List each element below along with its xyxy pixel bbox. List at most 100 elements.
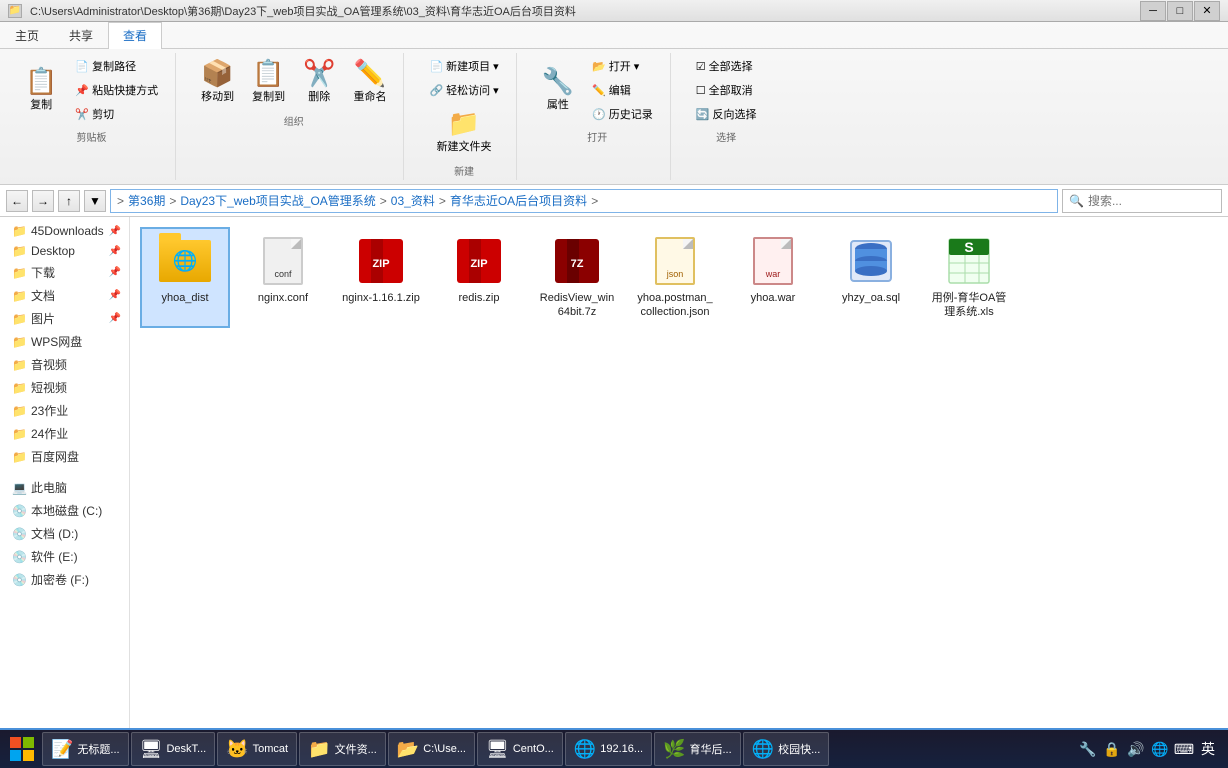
taskbar-btn-school[interactable]: 🌐 校园快... — [743, 732, 830, 766]
path-seg-1[interactable]: 第36期 — [128, 192, 165, 209]
taskbar-btn-notitle[interactable]: 📝 无标题... — [42, 732, 129, 766]
easy-access-button[interactable]: 🔗 轻松访问▾ — [422, 79, 505, 101]
file-item-sql[interactable]: yhzy_oa.sql — [826, 227, 916, 328]
select-none-button[interactable]: ☐ 全部取消 — [689, 79, 764, 101]
properties-label: 属性 — [547, 96, 569, 112]
path-seg-3[interactable]: 03_资料 — [391, 192, 435, 209]
title-bar-path: C:\Users\Administrator\Desktop\第36期\Day2… — [30, 3, 1140, 19]
path-seg-2[interactable]: Day23下_web项目实战_OA管理系统 — [180, 192, 375, 209]
address-path[interactable]: > 第36期 > Day23下_web项目实战_OA管理系统 > 03_资料 >… — [110, 189, 1058, 213]
recent-button[interactable]: ▼ — [84, 190, 106, 212]
tray-icon-0[interactable]: 🔧 — [1078, 739, 1098, 759]
taskbar-btn-cpath[interactable]: 📂 C:\Use... — [388, 732, 475, 766]
search-input[interactable] — [1088, 194, 1228, 208]
sidebar-item-docs[interactable]: 📁 文档 📌 — [0, 284, 129, 307]
sidebar-item-desktop[interactable]: 📁 Desktop 📌 — [0, 241, 129, 261]
folder-icon: 📁 — [12, 224, 27, 238]
search-box[interactable]: 🔍 — [1062, 189, 1222, 213]
tray-icon-2[interactable]: 🔊 — [1126, 739, 1146, 759]
app-icon: 📁 — [8, 4, 22, 18]
tray-icon-1[interactable]: 🔒 — [1102, 739, 1122, 759]
file-item-redisview[interactable]: 7Z RedisView_win64bit.7z — [532, 227, 622, 328]
properties-icon: 🔧 — [542, 68, 574, 94]
rename-button[interactable]: ✏️ 重命名 — [346, 55, 393, 109]
start-button[interactable] — [4, 731, 40, 767]
sidebar-item-fdrive[interactable]: 💿 加密卷 (F:) — [0, 568, 129, 591]
sidebar-item-baidupan[interactable]: 📁 百度网盘 — [0, 445, 129, 468]
invert-label: 反向选择 — [712, 106, 756, 122]
select-all-button[interactable]: ☑ 全部选择 — [689, 55, 764, 77]
tab-home[interactable]: 主页 — [0, 22, 54, 48]
paste-shortcut-button[interactable]: 📌 粘贴快捷方式 — [68, 79, 165, 101]
new-folder-button[interactable]: 📁 新建文件夹 — [430, 105, 499, 159]
taskbar-btn-fileexplorer[interactable]: 📁 文件资... — [299, 732, 386, 766]
sidebar-item-45downloads[interactable]: 📁 45Downloads 📌 — [0, 221, 129, 241]
sidebar-item-video[interactable]: 📁 短视频 — [0, 376, 129, 399]
tray-icon-3[interactable]: 🌐 — [1150, 739, 1170, 759]
history-icon: 🕐 — [592, 108, 606, 121]
taskbar-btn-deskt[interactable]: 🖥 DeskT... — [131, 732, 216, 766]
file-item-redis-zip[interactable]: ZIP redis.zip — [434, 227, 524, 328]
close-button[interactable]: ✕ — [1194, 1, 1220, 21]
tray-lang[interactable]: 英 — [1198, 739, 1218, 759]
copy-path-button[interactable]: 📄 复制路径 — [68, 55, 165, 77]
file-item-postman[interactable]: json yhoa.postman_collection.json — [630, 227, 720, 328]
file-label-4: RedisView_win64bit.7z — [538, 291, 616, 320]
taskbar-tray: 🔧 🔒 🔊 🌐 ⌨ 英 — [1072, 739, 1224, 759]
move-label: 移动到 — [201, 88, 234, 104]
delete-button[interactable]: ✂️ 删除 — [296, 55, 342, 109]
sidebar-item-cdrive[interactable]: 💿 本地磁盘 (C:) — [0, 499, 129, 522]
invert-select-button[interactable]: 🔄 反向选择 — [689, 103, 764, 125]
sidebar-item-pictures[interactable]: 📁 图片 📌 — [0, 307, 129, 330]
ribbon-group-open: 🔧 属性 📂 打开▾ ✏️ 编辑 🕐 历史记录 — [525, 53, 671, 180]
up-button[interactable]: ↑ — [58, 190, 80, 212]
maximize-button[interactable]: □ — [1167, 1, 1193, 21]
minimize-button[interactable]: ─ — [1140, 1, 1166, 21]
sidebar-item-hw24[interactable]: 📁 24作业 — [0, 422, 129, 445]
edit-button[interactable]: ✏️ 编辑 — [585, 79, 660, 101]
file-item-nginx-conf[interactable]: conf nginx.conf — [238, 227, 328, 328]
new-item-icon: 📄 — [429, 60, 443, 73]
cut-button[interactable]: ✂️ 剪切 — [68, 103, 165, 125]
new-item-button[interactable]: 📄 新建项目▾ — [422, 55, 505, 77]
taskbar-btn-centos[interactable]: 🖥 CentO... — [477, 732, 563, 766]
taskbar-btn-label-7: 育华后... — [690, 741, 732, 757]
copy-to-button[interactable]: 📋 复制到 — [245, 55, 292, 109]
back-button[interactable]: ← — [6, 190, 28, 212]
file-item-xls[interactable]: S 用例-育华OA管理系统.xls — [924, 227, 1014, 328]
organize-section: 📦 移动到 📋 复制到 ✂️ 删除 ✏️ 重命名 — [194, 55, 393, 109]
tray-icon-keyboard[interactable]: ⌨ — [1174, 739, 1194, 759]
open-button[interactable]: 📂 打开▾ — [585, 55, 660, 77]
select-label: 选择 — [716, 129, 736, 144]
forward-button[interactable]: → — [32, 190, 54, 212]
sidebar-item-wps[interactable]: 📁 WPS网盘 — [0, 330, 129, 353]
history-button[interactable]: 🕐 历史记录 — [585, 103, 660, 125]
path-sep-2: > — [380, 194, 387, 208]
sidebar-item-audio[interactable]: 📁 音视频 — [0, 353, 129, 376]
file-item-nginx-zip[interactable]: ZIP nginx-1.16.1.zip — [336, 227, 426, 328]
sidebar-item-thispc[interactable]: 💻 此电脑 — [0, 476, 129, 499]
sidebar-item-downloads[interactable]: 📁 下载 📌 — [0, 261, 129, 284]
sidebar-item-ddrive[interactable]: 💿 文档 (D:) — [0, 522, 129, 545]
sidebar-item-hw23[interactable]: 📁 23作业 — [0, 399, 129, 422]
paste-button[interactable]: 📋 复制 — [18, 63, 64, 117]
taskbar-btn-ip[interactable]: 🌐 192.16... — [565, 732, 652, 766]
tab-view[interactable]: 查看 — [108, 22, 162, 49]
file-icon-nginx-conf: conf — [257, 235, 309, 287]
tab-share[interactable]: 共享 — [54, 22, 108, 48]
sidebar-item-edrive[interactable]: 💿 软件 (E:) — [0, 545, 129, 568]
path-seg-4[interactable]: 育华志近OA后台项目资料 — [450, 192, 587, 209]
folder-icon: 📁 — [12, 427, 27, 441]
file-item-yhoa-dist[interactable]: 🌐 yhoa_dist — [140, 227, 230, 328]
taskbar-btn-yuhua[interactable]: 🌿 育华后... — [654, 732, 741, 766]
paste-shortcut-icon: 📌 — [75, 84, 89, 97]
invert-icon: 🔄 — [696, 108, 710, 121]
select-all-label: 全部选择 — [709, 58, 753, 74]
pin-icon: 📌 — [109, 226, 121, 237]
taskbar-btn-tomcat[interactable]: 🐱 Tomcat — [217, 732, 297, 766]
pin-icon: 📌 — [109, 290, 121, 301]
new-item-label: 新建项目 — [446, 58, 490, 74]
move-to-button[interactable]: 📦 移动到 — [194, 55, 241, 109]
file-item-war[interactable]: war yhoa.war — [728, 227, 818, 328]
properties-button[interactable]: 🔧 属性 — [535, 63, 581, 117]
